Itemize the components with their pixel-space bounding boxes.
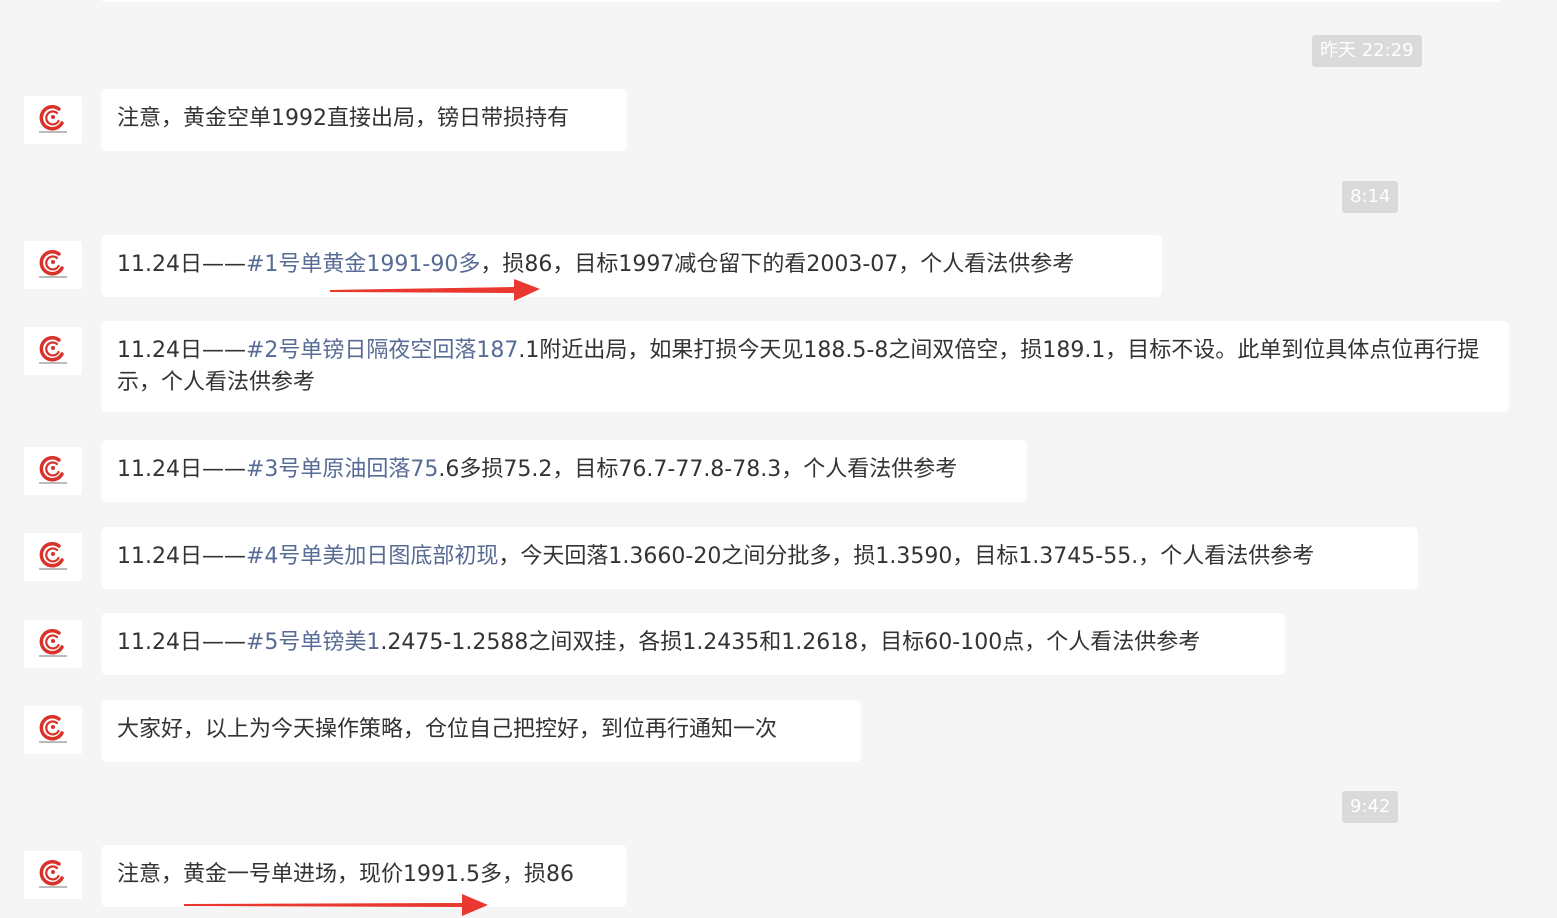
message-bubble[interactable]: 大家好，以上为今天操作策略，仓位自己把控好，到位再行通知一次 xyxy=(101,700,861,762)
message-prefix: 11.24日—— xyxy=(117,338,246,363)
company-logo-icon xyxy=(35,625,71,661)
message-bubble[interactable]: 11.24日——#2号单镑日隔夜空回落187.1附近出局，如果打损今天见188.… xyxy=(101,321,1509,412)
message-text: 注意，黄金空单1992直接出局，镑日带损持有 xyxy=(117,106,569,131)
message-link[interactable]: #1号单黄金1991-90多 xyxy=(246,252,480,277)
sender-avatar[interactable] xyxy=(24,706,82,754)
timestamp: 9:42 xyxy=(1342,791,1399,823)
company-logo-icon xyxy=(35,332,71,368)
company-logo-icon xyxy=(35,856,71,892)
company-logo-icon xyxy=(35,101,71,137)
message-text: 注意，黄金一号单进场，现价1991.5多，损86 xyxy=(117,862,574,887)
company-logo-icon xyxy=(35,711,71,747)
message-link[interactable]: #3号单原油回落75 xyxy=(246,457,438,482)
message-link[interactable]: #2号单镑日隔夜空回落187 xyxy=(246,338,518,363)
company-logo-icon xyxy=(35,538,71,574)
message-bubble[interactable]: 11.24日——#3号单原油回落75.6多损75.2，目标76.7-77.8-7… xyxy=(101,440,1027,502)
timestamp: 昨天 22:29 xyxy=(1312,35,1422,67)
message-bubble[interactable]: 11.24日——#1号单黄金1991-90多，损86，目标1997减仓留下的看2… xyxy=(101,235,1162,297)
message-text: 大家好，以上为今天操作策略，仓位自己把控好，到位再行通知一次 xyxy=(117,717,778,742)
sender-avatar[interactable] xyxy=(24,533,82,581)
message-text: .2475-1.2588之间双挂，各损1.2435和1.2618，目标60-10… xyxy=(380,630,1201,655)
message-bubble[interactable]: 注意，黄金空单1992直接出局，镑日带损持有 xyxy=(101,89,627,151)
message-prefix: 11.24日—— xyxy=(117,630,246,655)
sender-avatar[interactable] xyxy=(24,851,82,899)
message-prefix: 11.24日—— xyxy=(117,544,246,569)
message-bubble[interactable]: 注意，黄金一号单进场，现价1991.5多，损86 xyxy=(101,845,627,907)
sender-avatar[interactable] xyxy=(24,96,82,144)
sender-avatar[interactable] xyxy=(24,327,82,375)
previous-message-bubble xyxy=(101,0,1501,2)
message-text: ，今天回落1.3660-20之间分批多，损1.3590，目标1.3745-55.… xyxy=(498,544,1315,569)
message-bubble[interactable]: 11.24日——#4号单美加日图底部初现，今天回落1.3660-20之间分批多，… xyxy=(101,527,1418,589)
message-link[interactable]: #4号单美加日图底部初现 xyxy=(246,544,498,569)
message-text: .6多损75.2，目标76.7-77.8-78.3，个人看法供参考 xyxy=(438,457,958,482)
sender-avatar[interactable] xyxy=(24,620,82,668)
message-bubble[interactable]: 11.24日——#5号单镑美1.2475-1.2588之间双挂，各损1.2435… xyxy=(101,613,1285,675)
sender-avatar[interactable] xyxy=(24,447,82,495)
timestamp: 8:14 xyxy=(1342,181,1399,213)
company-logo-icon xyxy=(35,452,71,488)
message-link[interactable]: #5号单镑美1 xyxy=(246,630,380,655)
sender-avatar[interactable] xyxy=(24,241,82,289)
message-prefix: 11.24日—— xyxy=(117,252,246,277)
message-text: ，损86，目标1997减仓留下的看2003-07，个人看法供参考 xyxy=(480,252,1075,277)
chat-message-list[interactable]: 昨天 22:29 注意，黄金空单1992直接出局，镑日带损持有 8:14 11.… xyxy=(0,0,1557,918)
message-prefix: 11.24日—— xyxy=(117,457,246,482)
company-logo-icon xyxy=(35,246,71,282)
